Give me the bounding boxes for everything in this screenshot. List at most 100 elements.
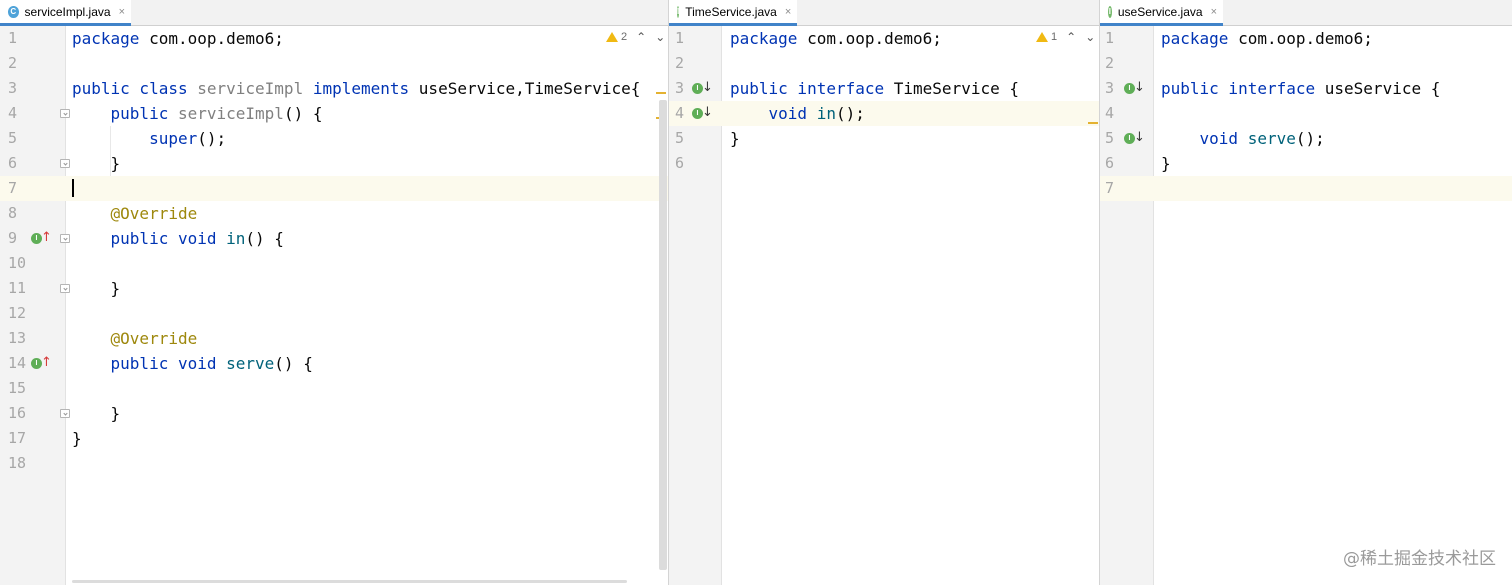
code-token: com.oop.demo6; — [797, 29, 942, 48]
fold-marker-icon[interactable] — [60, 109, 70, 118]
code-line[interactable]: 6 } — [0, 151, 668, 176]
tab-serviceimpl[interactable]: C serviceImpl.java × — [0, 0, 131, 26]
fold-marker-icon[interactable] — [60, 284, 70, 293]
code-text[interactable]: public interface TimeService { — [730, 76, 1019, 101]
code-text[interactable]: @Override — [72, 326, 198, 351]
code-line[interactable]: 1 package com.oop.demo6; — [669, 26, 1099, 51]
code-text[interactable]: public serviceImpl() { — [72, 101, 323, 126]
arrow-up-icon[interactable]: ↑ — [41, 231, 52, 244]
code-line[interactable]: 4 — [1100, 101, 1512, 126]
code-text[interactable]: } — [72, 401, 121, 426]
arrow-down-icon[interactable]: ↓ — [1134, 131, 1145, 144]
code-text[interactable]: } — [72, 151, 121, 176]
code-line[interactable]: 1 package com.oop.demo6; — [0, 26, 668, 51]
code-line[interactable]: 8 @Override — [0, 201, 668, 226]
tab-label: useService.java — [1117, 4, 1203, 19]
text-caret — [72, 179, 74, 197]
code-text[interactable]: } — [1161, 151, 1171, 176]
code-line[interactable]: 5} — [669, 126, 1099, 151]
code-line[interactable]: 12 — [0, 301, 668, 326]
code-token: TimeService { — [893, 79, 1019, 98]
code-line[interactable]: 13 @Override — [0, 326, 668, 351]
fold-marker-icon[interactable] — [60, 409, 70, 418]
code-text[interactable]: @Override — [72, 201, 198, 226]
tab-timeservice[interactable]: I TimeService.java × — [669, 0, 797, 26]
code-line[interactable]: 6} — [1100, 151, 1512, 176]
code-line[interactable]: 2 — [1100, 51, 1512, 76]
code-line[interactable]: 10 — [0, 251, 668, 276]
code-line[interactable]: 2 — [0, 51, 668, 76]
close-icon[interactable]: × — [119, 6, 125, 18]
fold-marker-icon[interactable] — [60, 159, 70, 168]
code-line[interactable]: 3 public class serviceImpl implements use… — [0, 76, 668, 101]
code-text[interactable]: } — [730, 126, 740, 151]
code-line[interactable]: 18 — [0, 451, 668, 476]
code-text[interactable]: void in(); — [730, 101, 865, 126]
line-number: 13 — [8, 329, 27, 347]
code-line[interactable]: 2 — [669, 51, 1099, 76]
code-token: (); — [197, 129, 227, 148]
vertical-scrollbar[interactable] — [659, 100, 667, 570]
close-icon[interactable]: × — [785, 6, 791, 18]
code-text[interactable]: void serve(); — [1161, 126, 1325, 151]
code-text[interactable]: } — [72, 276, 121, 301]
code-line[interactable]: 6 — [669, 151, 1099, 176]
code-text[interactable]: super(); — [72, 126, 226, 151]
code-text[interactable]: public interface useService { — [1161, 76, 1440, 101]
interface-icon: I — [677, 5, 680, 18]
code-text[interactable]: package com.oop.demo6; — [730, 26, 942, 51]
code-line[interactable]: 4 void in(); I ↓ — [669, 101, 1099, 126]
fold-marker-icon[interactable] — [60, 234, 70, 243]
code-line[interactable]: 4 public serviceImpl() { — [0, 101, 668, 126]
arrow-down-icon[interactable]: ↓ — [702, 106, 713, 119]
code-text[interactable]: package com.oop.demo6; — [1161, 26, 1373, 51]
arrow-down-icon[interactable]: ↓ — [1134, 81, 1145, 94]
code-line[interactable]: 3 public interface TimeService {I ↓ — [669, 76, 1099, 101]
code-text[interactable]: } — [72, 426, 82, 451]
code-token: com.oop.demo6; — [1228, 29, 1373, 48]
code-token: super — [149, 129, 198, 148]
code-token: @Override — [110, 329, 198, 348]
arrow-up-icon[interactable]: ↑ — [41, 356, 52, 369]
code-token: } — [72, 429, 82, 448]
code-token: public — [110, 104, 178, 123]
code-text[interactable]: public void in() { — [72, 226, 284, 251]
code-line[interactable]: 14 public void serve() {I ↑ — [0, 351, 668, 376]
code-token: in — [226, 229, 246, 248]
line-number: 17 — [8, 429, 27, 447]
code-line[interactable]: 9 public void in() {I ↑ — [0, 226, 668, 251]
code-token: @Override — [110, 204, 198, 223]
code-line[interactable]: 5 void serve(); I ↓ — [1100, 126, 1512, 151]
code-line[interactable]: 1 package com.oop.demo6; — [1100, 26, 1512, 51]
line-number: 1 — [1105, 29, 1115, 47]
arrow-down-icon[interactable]: ↓ — [702, 81, 713, 94]
line-number: 2 — [675, 54, 685, 72]
line-number: 6 — [8, 154, 18, 172]
code-token: public void — [110, 229, 227, 248]
code-line[interactable]: 11 } — [0, 276, 668, 301]
code-line[interactable]: 7 — [0, 176, 668, 201]
code-line[interactable]: 7 — [1100, 176, 1512, 201]
line-number: 14 — [8, 354, 27, 372]
code-text[interactable]: package com.oop.demo6; — [72, 26, 284, 51]
horizontal-scrollbar[interactable] — [72, 580, 627, 583]
code-text[interactable]: public void serve() { — [72, 351, 313, 376]
code-token: } — [1161, 154, 1171, 173]
code-text[interactable]: public class serviceImpl implements useS… — [72, 76, 640, 101]
code-line[interactable]: 3 public interface useService {I ↓ — [1100, 76, 1512, 101]
line-number: 5 — [675, 129, 685, 147]
code-line[interactable]: 17} — [0, 426, 668, 451]
line-number: 3 — [1105, 79, 1115, 97]
error-stripe-mark[interactable] — [1088, 122, 1098, 124]
tab-useservice[interactable]: I useService.java × — [1100, 0, 1223, 26]
close-icon[interactable]: × — [1211, 6, 1217, 18]
error-stripe-mark[interactable] — [656, 92, 666, 94]
code-line[interactable]: 5 super(); — [0, 126, 668, 151]
code-line[interactable]: 15 — [0, 376, 668, 401]
code-line[interactable]: 16 } — [0, 401, 668, 426]
code-token: () { — [274, 354, 313, 373]
